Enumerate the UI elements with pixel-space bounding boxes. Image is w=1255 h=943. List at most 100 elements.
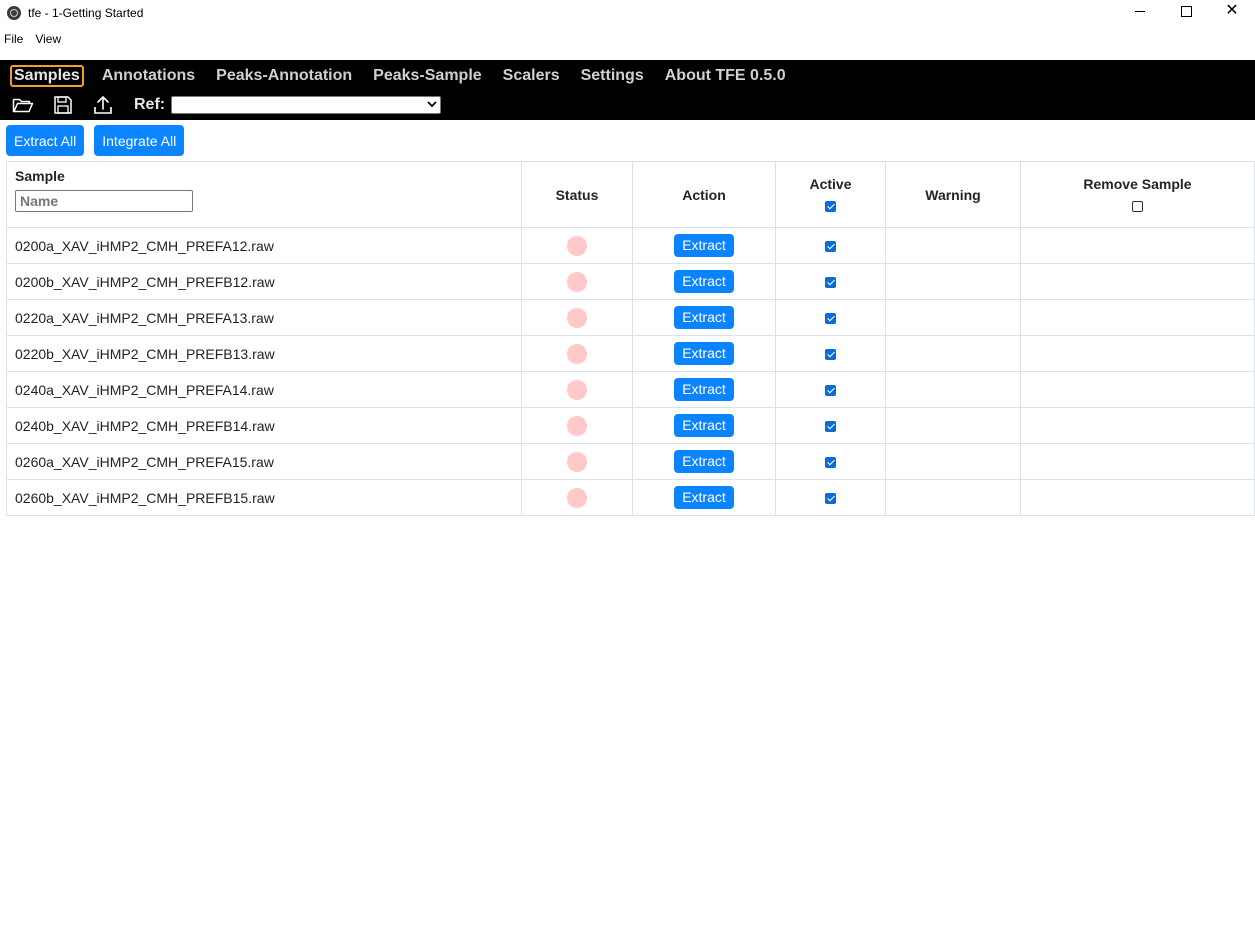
remove-sample-cell[interactable] [1020,335,1255,372]
remove-sample-cell[interactable] [1020,407,1255,444]
active-cell [775,371,886,408]
minimize-button[interactable] [1117,0,1163,22]
action-cell: Extract [632,371,776,408]
remove-all-checkbox[interactable] [1132,201,1143,213]
extract-button[interactable]: Extract [674,270,734,293]
table-row: 0260b_XAV_iHMP2_CMH_PREFB15.raw Extract [6,479,1255,516]
warning-cell [885,335,1021,372]
table-row: 0240b_XAV_iHMP2_CMH_PREFB14.raw Extract [6,407,1255,444]
status-indicator [567,487,587,508]
header-sample: Sample Name [6,161,522,228]
action-cell: Extract [632,443,776,480]
status-cell [521,227,633,264]
menu-file[interactable]: File [4,32,23,46]
active-checkbox[interactable] [825,349,836,361]
action-cell: Extract [632,227,776,264]
action-buttons: Extract All Integrate All [6,125,194,156]
active-cell [775,227,886,264]
sample-name: 0200a_XAV_iHMP2_CMH_PREFA12.raw [6,227,522,264]
extract-button[interactable]: Extract [674,342,734,365]
warning-cell [885,371,1021,408]
chevron-down-icon [427,101,437,108]
remove-sample-cell[interactable] [1020,443,1255,480]
tab-peaks-sample[interactable]: Peaks-Sample [370,66,485,86]
warning-cell [885,479,1021,516]
title-bar: tfe - 1-Getting Started ✕ [0,0,1255,26]
remove-sample-cell[interactable] [1020,371,1255,408]
remove-sample-cell[interactable] [1020,299,1255,336]
extract-all-button[interactable]: Extract All [6,125,85,156]
status-cell [521,335,633,372]
minimize-icon [1135,10,1145,12]
active-all-checkbox[interactable] [825,201,836,213]
warning-cell [885,443,1021,480]
action-cell: Extract [632,263,776,300]
active-cell [775,299,886,336]
header-remove-sample: Remove Sample [1020,161,1255,228]
status-indicator [567,235,587,256]
extract-button[interactable]: Extract [674,414,734,437]
menu-bar: File View [0,26,1255,52]
integrate-all-button[interactable]: Integrate All [94,125,185,156]
sample-name: 0240a_XAV_iHMP2_CMH_PREFA14.raw [6,371,522,408]
active-checkbox[interactable] [825,277,836,289]
header-sample-label: Sample [15,168,65,184]
extract-button[interactable]: Extract [674,486,734,509]
status-indicator [567,343,587,364]
active-checkbox[interactable] [825,241,836,253]
close-icon: ✕ [1225,2,1239,19]
maximize-button[interactable] [1163,0,1209,22]
status-cell [521,371,633,408]
window-controls: ✕ [1117,0,1255,22]
active-checkbox[interactable] [825,385,836,397]
toolbar: Ref: [12,93,442,117]
menu-view[interactable]: View [35,32,61,46]
active-checkbox[interactable] [825,493,836,505]
folder-open-icon[interactable] [12,95,34,115]
table-row: 0220a_XAV_iHMP2_CMH_PREFA13.raw Extract [6,299,1255,336]
warning-cell [885,299,1021,336]
active-cell [775,479,886,516]
active-cell [775,263,886,300]
status-cell [521,299,633,336]
app-header: Samples Annotations Peaks-Annotation Pea… [0,60,1255,120]
action-cell: Extract [632,335,776,372]
sample-name: 0260a_XAV_iHMP2_CMH_PREFA15.raw [6,443,522,480]
remove-sample-cell[interactable] [1020,227,1255,264]
extract-button[interactable]: Extract [674,234,734,257]
tab-samples[interactable]: Samples [10,65,84,87]
samples-table: Sample Name Status Action Active Warning… [6,161,1255,516]
active-checkbox[interactable] [825,313,836,325]
maximize-icon [1180,5,1192,17]
ref-label: Ref: [134,96,166,113]
header-remove-label: Remove Sample [1083,175,1192,192]
remove-sample-cell[interactable] [1020,479,1255,516]
extract-button[interactable]: Extract [674,450,734,473]
tab-scalers[interactable]: Scalers [500,66,563,86]
app-icon [7,6,21,20]
tab-annotations[interactable]: Annotations [99,66,198,86]
ref-select[interactable] [171,96,442,114]
active-checkbox[interactable] [825,421,836,433]
active-checkbox[interactable] [825,457,836,469]
save-icon[interactable] [52,95,74,115]
active-cell [775,407,886,444]
upload-icon[interactable] [92,95,114,115]
close-button[interactable]: ✕ [1209,0,1255,22]
sample-name-filter-input[interactable]: Name [15,190,193,212]
header-status: Status [521,161,633,228]
action-cell: Extract [632,479,776,516]
table-header-row: Sample Name Status Action Active Warning… [6,161,1255,228]
tab-peaks-annotation[interactable]: Peaks-Annotation [213,66,355,86]
header-active-label: Active [809,175,852,192]
table-row: 0200a_XAV_iHMP2_CMH_PREFA12.raw Extract [6,227,1255,264]
tab-about[interactable]: About TFE 0.5.0 [662,66,789,86]
extract-button[interactable]: Extract [674,306,734,329]
extract-button[interactable]: Extract [674,378,734,401]
status-cell [521,263,633,300]
tab-settings[interactable]: Settings [578,66,647,86]
window-title: tfe - 1-Getting Started [28,6,144,20]
table-row: 0220b_XAV_iHMP2_CMH_PREFB13.raw Extract [6,335,1255,372]
status-cell [521,479,633,516]
remove-sample-cell[interactable] [1020,263,1255,300]
